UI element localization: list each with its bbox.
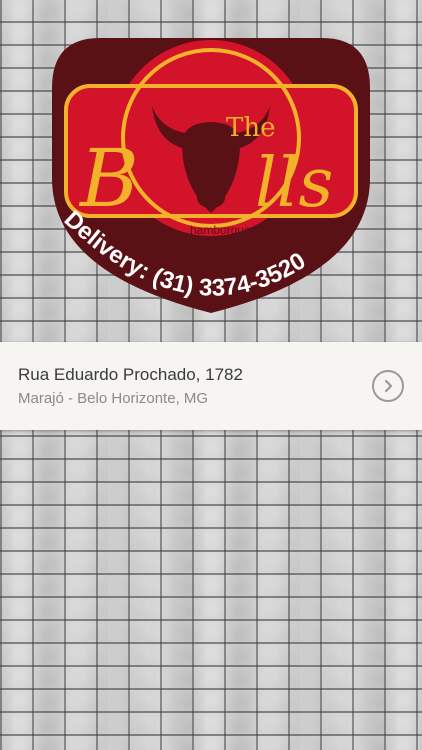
logo-the-text: The xyxy=(226,113,275,143)
the-bulls-logo: The B lls hamburgueria Delivery: (31) 33… xyxy=(40,28,382,318)
logo-subtitle: hamburgueria xyxy=(190,223,264,237)
chevron-right-icon xyxy=(384,379,393,393)
logo-b-letter: B xyxy=(78,132,139,225)
address-details-button[interactable] xyxy=(372,370,404,402)
address-city: Marajó - Belo Horizonte, MG xyxy=(18,390,209,407)
address-card[interactable]: Rua Eduardo Prochado, 1782 Marajó - Belo… xyxy=(0,342,422,430)
address-street: Rua Eduardo Prochado, 1782 xyxy=(18,365,243,384)
logo-lls-letters: lls xyxy=(255,144,333,223)
